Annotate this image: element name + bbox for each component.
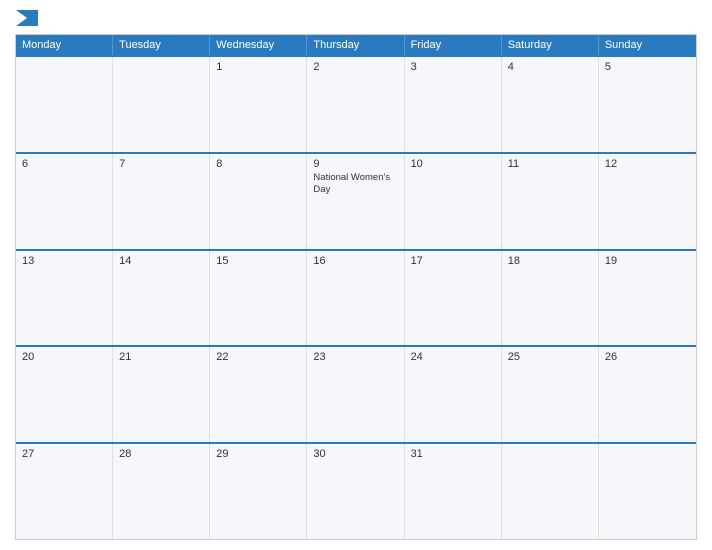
day-cell: 10 — [405, 154, 502, 249]
day-number: 27 — [22, 448, 106, 460]
day-number: 30 — [313, 448, 397, 460]
day-number: 7 — [119, 158, 203, 170]
week-row-4: 20 21 22 23 24 25 26 — [16, 345, 696, 442]
day-number: 29 — [216, 448, 300, 460]
day-number: 24 — [411, 351, 495, 363]
day-cell — [16, 57, 113, 152]
week-row-2: 6 7 8 9 National Women's Day 10 11 12 — [16, 152, 696, 249]
day-cell: 26 — [599, 347, 696, 442]
day-number: 28 — [119, 448, 203, 460]
day-number: 14 — [119, 255, 203, 267]
day-cell: 16 — [307, 251, 404, 346]
logo-icon — [16, 10, 38, 26]
day-header-tuesday: Tuesday — [113, 35, 210, 55]
day-header-wednesday: Wednesday — [210, 35, 307, 55]
day-cell: 8 — [210, 154, 307, 249]
logo — [15, 10, 39, 26]
day-number: 17 — [411, 255, 495, 267]
day-number: 25 — [508, 351, 592, 363]
day-cell: 19 — [599, 251, 696, 346]
day-cell: 27 — [16, 444, 113, 539]
day-cell: 24 — [405, 347, 502, 442]
day-number: 26 — [605, 351, 690, 363]
day-number: 23 — [313, 351, 397, 363]
day-number: 5 — [605, 61, 690, 73]
day-cell: 15 — [210, 251, 307, 346]
day-header-monday: Monday — [16, 35, 113, 55]
day-number: 22 — [216, 351, 300, 363]
day-number: 8 — [216, 158, 300, 170]
day-cell: 3 — [405, 57, 502, 152]
day-cell — [502, 444, 599, 539]
day-cell: 18 — [502, 251, 599, 346]
calendar-grid: MondayTuesdayWednesdayThursdayFridaySatu… — [15, 34, 697, 540]
weeks-container: 123456789National Women's Day10111213141… — [16, 55, 696, 539]
day-number: 20 — [22, 351, 106, 363]
day-number: 3 — [411, 61, 495, 73]
day-number: 6 — [22, 158, 106, 170]
day-cell: 7 — [113, 154, 210, 249]
day-header-sunday: Sunday — [599, 35, 696, 55]
day-cell: 23 — [307, 347, 404, 442]
day-cell: 20 — [16, 347, 113, 442]
day-cell: 17 — [405, 251, 502, 346]
day-cell: 11 — [502, 154, 599, 249]
day-number: 12 — [605, 158, 690, 170]
week-row-1: 1 2 3 4 5 — [16, 55, 696, 152]
day-cell: 13 — [16, 251, 113, 346]
day-cell: 14 — [113, 251, 210, 346]
day-cell: 30 — [307, 444, 404, 539]
week-row-3: 13 14 15 16 17 18 19 — [16, 249, 696, 346]
event-label: National Women's Day — [313, 172, 397, 197]
day-cell: 28 — [113, 444, 210, 539]
day-number: 10 — [411, 158, 495, 170]
day-number: 4 — [508, 61, 592, 73]
day-number: 15 — [216, 255, 300, 267]
day-cell: 6 — [16, 154, 113, 249]
day-header-thursday: Thursday — [307, 35, 404, 55]
day-number: 11 — [508, 158, 592, 170]
calendar-page: MondayTuesdayWednesdayThursdayFridaySatu… — [0, 0, 712, 550]
header — [15, 10, 697, 26]
day-cell — [113, 57, 210, 152]
day-cell: 21 — [113, 347, 210, 442]
day-number: 16 — [313, 255, 397, 267]
day-number: 9 — [313, 158, 397, 170]
day-number: 18 — [508, 255, 592, 267]
day-header-saturday: Saturday — [502, 35, 599, 55]
day-cell: 12 — [599, 154, 696, 249]
day-header-friday: Friday — [405, 35, 502, 55]
day-number: 2 — [313, 61, 397, 73]
day-number: 19 — [605, 255, 690, 267]
day-cell: 4 — [502, 57, 599, 152]
day-cell: 22 — [210, 347, 307, 442]
day-cell: 1 — [210, 57, 307, 152]
day-number: 21 — [119, 351, 203, 363]
day-cell: 31 — [405, 444, 502, 539]
day-cell: 29 — [210, 444, 307, 539]
day-headers-row: MondayTuesdayWednesdayThursdayFridaySatu… — [16, 35, 696, 55]
day-cell: 25 — [502, 347, 599, 442]
day-number: 13 — [22, 255, 106, 267]
day-cell — [599, 444, 696, 539]
day-cell: 5 — [599, 57, 696, 152]
day-number: 31 — [411, 448, 495, 460]
day-cell: 9 National Women's Day — [307, 154, 404, 249]
week-row-5: 27 28 29 30 31 — [16, 442, 696, 539]
day-number: 1 — [216, 61, 300, 73]
day-cell: 2 — [307, 57, 404, 152]
